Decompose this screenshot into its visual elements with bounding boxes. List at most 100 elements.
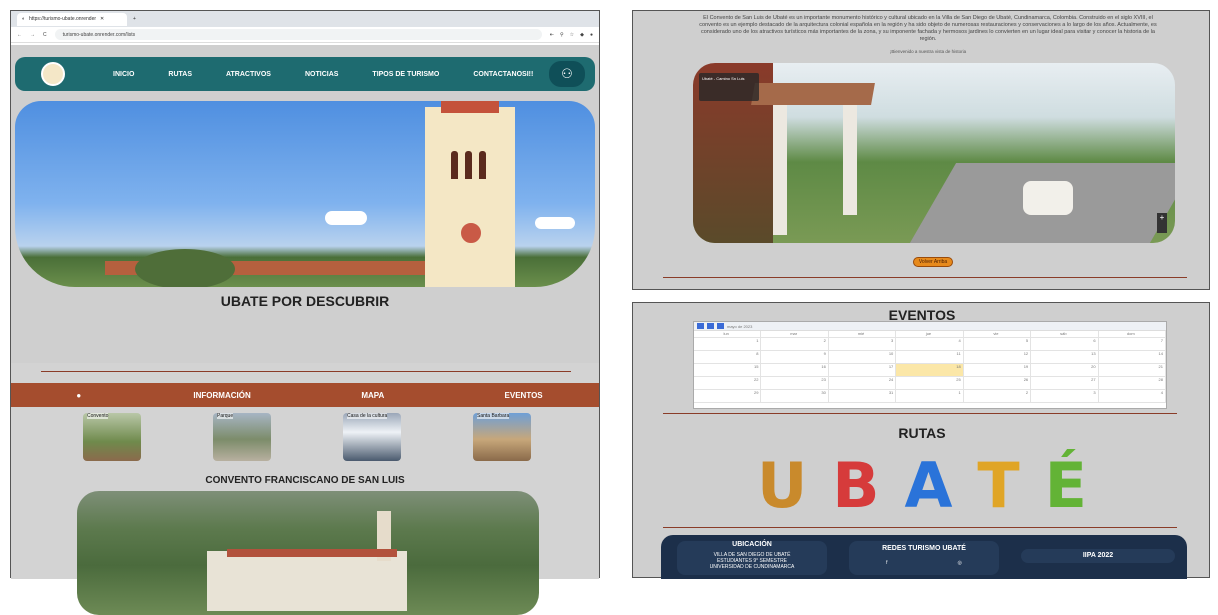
- cloud-shape: [325, 211, 367, 225]
- extension-icon[interactable]: ◆: [580, 32, 584, 38]
- facebook-icon[interactable]: f: [886, 560, 887, 566]
- calendar-day[interactable]: 7: [1098, 338, 1166, 351]
- nav-noticias[interactable]: NOTICIAS: [305, 71, 338, 78]
- right-top-panel: El Convento de San Luis de Ubaté es un i…: [632, 10, 1210, 290]
- calendar-day[interactable]: 29: [694, 390, 762, 403]
- reload-icon[interactable]: C: [43, 32, 47, 38]
- forward-icon[interactable]: →: [30, 32, 35, 38]
- new-tab-icon[interactable]: +: [133, 16, 136, 22]
- section-divider: [663, 413, 1177, 414]
- letter-e[interactable]: É: [1045, 453, 1087, 519]
- ubate-letters[interactable]: U B A T É: [757, 453, 1087, 519]
- calendar-day[interactable]: 21: [1098, 364, 1166, 377]
- profile-icon[interactable]: ●: [590, 32, 593, 38]
- calendar-day[interactable]: 26: [963, 377, 1032, 390]
- convento-title: CONVENTO FRANCISCANO DE SAN LUIS: [205, 475, 405, 486]
- zoom-control[interactable]: +: [1157, 213, 1167, 233]
- calendar-day[interactable]: 22: [694, 377, 762, 390]
- calendar-day[interactable]: 4: [1098, 390, 1166, 403]
- instagram-icon[interactable]: ◎: [958, 560, 962, 566]
- volver-arriba-button[interactable]: Volver Arriba: [913, 257, 953, 267]
- hero-image: [15, 101, 595, 287]
- close-icon[interactable]: ✕: [100, 16, 104, 22]
- nav-rutas[interactable]: RUTAS: [168, 71, 192, 78]
- attraction-thumbnails: Convento Parque Casa de la cultura Santa…: [11, 413, 599, 463]
- nav-tipos-de-turismo[interactable]: TIPOS DE TURISMO: [372, 71, 439, 78]
- calendar-day[interactable]: 2: [761, 338, 829, 351]
- street-view-embed[interactable]: Ubaté - Camino Sn Luis +: [693, 63, 1175, 243]
- address-bar[interactable]: turismo-ubate.onrender.com/lists: [54, 29, 542, 40]
- ubicacion-title: UBICACIÓN: [732, 541, 772, 548]
- star-icon[interactable]: ☆: [570, 32, 574, 38]
- calendar-day[interactable]: 14: [1098, 351, 1166, 364]
- calendar-day[interactable]: 5: [963, 338, 1032, 351]
- calendar-today-button[interactable]: [697, 323, 704, 329]
- nav-atractivos[interactable]: ATRACTIVOS: [226, 71, 271, 78]
- calendar-day[interactable]: 25: [896, 377, 964, 390]
- calendar-day[interactable]: 19: [963, 364, 1032, 377]
- convento-roof: [227, 549, 397, 557]
- calendar-day[interactable]: 3: [1031, 390, 1099, 403]
- gate-pillar: [773, 105, 787, 235]
- calendar-day[interactable]: 15: [694, 364, 762, 377]
- thumb-label: Parque: [217, 413, 234, 419]
- site-footer: UBICACIÓN VILLA DE SAN DIEGO DE UBATÉ ES…: [661, 535, 1187, 579]
- info-circle-icon[interactable]: ●: [11, 391, 147, 400]
- share-icon[interactable]: ⇤: [550, 32, 554, 38]
- tab-mapa[interactable]: MAPA: [297, 391, 448, 400]
- calendar-day[interactable]: 17: [828, 364, 897, 377]
- calendar-day[interactable]: 8: [694, 351, 762, 364]
- thumb-parque[interactable]: Parque: [213, 413, 271, 461]
- calendar-day[interactable]: 16: [761, 364, 829, 377]
- calendar-day[interactable]: 4: [896, 338, 964, 351]
- calendar-day[interactable]: 18: [896, 364, 964, 377]
- calendar-day[interactable]: 24: [828, 377, 897, 390]
- calendar-day[interactable]: 6: [1031, 338, 1099, 351]
- letter-a[interactable]: A: [904, 453, 952, 519]
- thumb-label: Santa Barbara: [477, 413, 510, 419]
- calendar-day[interactable]: 11: [896, 351, 964, 364]
- calendar-prev-button[interactable]: [707, 323, 714, 329]
- church-tower: [425, 107, 515, 287]
- calendar-day[interactable]: 1: [694, 338, 762, 351]
- tab-eventos[interactable]: EVENTOS: [448, 391, 599, 400]
- calendar-day[interactable]: 3: [828, 338, 897, 351]
- tab-informacion[interactable]: INFORMACIÓN: [147, 391, 298, 400]
- calendar-day[interactable]: 9: [761, 351, 829, 364]
- calendar-day[interactable]: 13: [1031, 351, 1099, 364]
- calendar-day[interactable]: 20: [1031, 364, 1099, 377]
- calendar-month-label: mayo de 2023: [727, 323, 753, 329]
- nav-inicio[interactable]: INICIO: [113, 71, 134, 78]
- section-divider: [663, 527, 1177, 528]
- zoom-icon[interactable]: ⚲: [560, 32, 564, 38]
- calendar-day[interactable]: 31: [828, 390, 897, 403]
- calendar-day[interactable]: 10: [828, 351, 897, 364]
- site-title: UBATE POR DESCUBRIR: [220, 293, 390, 309]
- calendar-day[interactable]: 2: [963, 390, 1032, 403]
- street-view-card[interactable]: Ubaté - Camino Sn Luis: [699, 73, 759, 101]
- thumb-casa-cultura[interactable]: Casa de la cultura: [343, 413, 401, 461]
- calendar-day[interactable]: 30: [761, 390, 829, 403]
- calendar-day[interactable]: 12: [963, 351, 1032, 364]
- thumb-santa-barbara[interactable]: Santa Barbara: [473, 413, 531, 461]
- letter-t[interactable]: T: [977, 453, 1019, 519]
- left-screenshot-panel: ◐ https://turismo-ubate.onrender ✕ + ← →…: [10, 10, 600, 615]
- calendar-weekday: mié: [828, 331, 897, 338]
- browser-tab-strip: ◐ https://turismo-ubate.onrender ✕ +: [11, 11, 599, 27]
- calendar-day[interactable]: 27: [1031, 377, 1099, 390]
- nav-contactanos[interactable]: CONTACTANOSI!!: [473, 71, 533, 78]
- calendar-day[interactable]: 1: [896, 390, 964, 403]
- globe-icon: ◐: [22, 16, 26, 22]
- calendar-next-button[interactable]: [717, 323, 724, 329]
- calendar-day[interactable]: 23: [761, 377, 829, 390]
- calendar-day[interactable]: 28: [1098, 377, 1166, 390]
- user-icon[interactable]: ⚇: [549, 61, 585, 87]
- letter-u[interactable]: U: [757, 453, 807, 519]
- calendar-weekday: sáb: [1031, 331, 1099, 338]
- browser-tab[interactable]: ◐ https://turismo-ubate.onrender ✕: [17, 12, 127, 26]
- google-calendar-embed[interactable]: mayo de 2023 lun mar mié jue vie sáb dom 1 2 3 4 5 6…: [693, 321, 1167, 409]
- thumb-convento[interactable]: Convento: [83, 413, 141, 461]
- back-icon[interactable]: ←: [17, 32, 22, 38]
- letter-b[interactable]: B: [832, 453, 879, 519]
- site-logo[interactable]: [41, 62, 65, 86]
